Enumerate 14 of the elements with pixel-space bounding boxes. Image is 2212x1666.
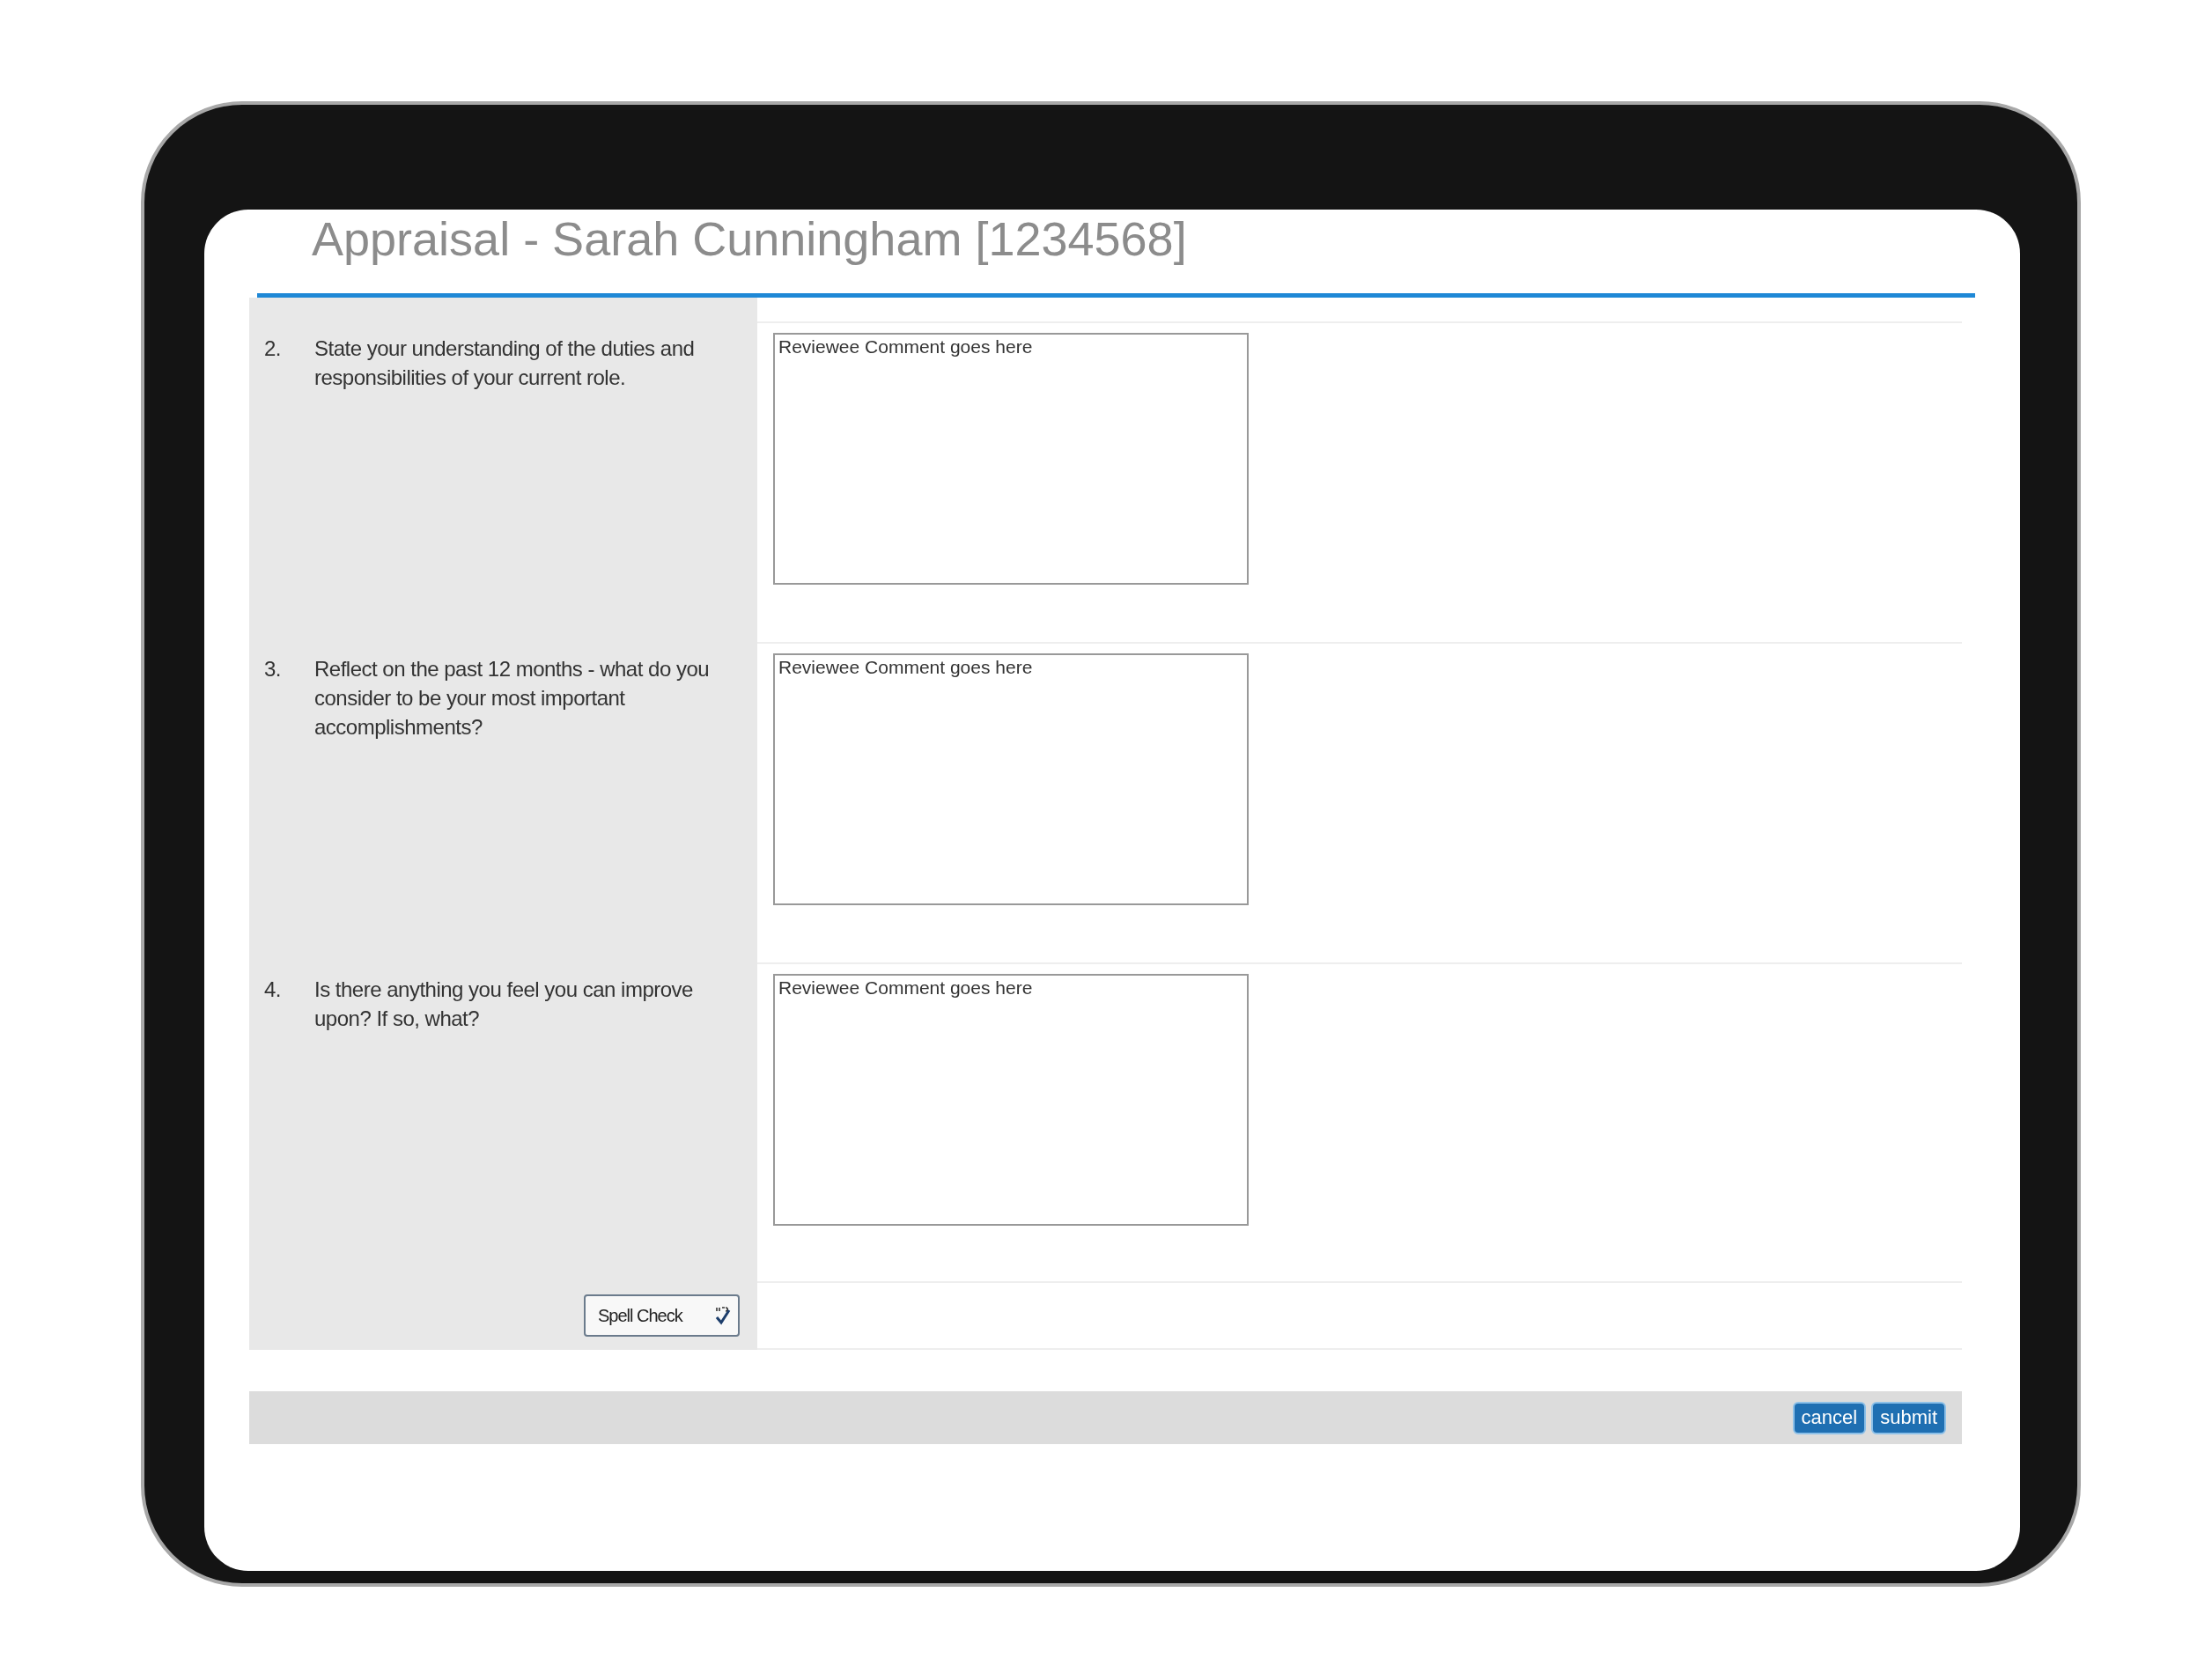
action-button[interactable]: cancel	[1792, 1401, 1867, 1434]
question-number: 3.	[263, 656, 282, 682]
question-number: 2.	[263, 335, 282, 362]
action-button[interactable]: submit	[1871, 1401, 1946, 1434]
question-text: Reflect on the past 12 months - what do you consider to be your most important accomplishments?	[314, 656, 711, 741]
question-text: State your understanding of the duties and responsibilities of your current role.	[314, 335, 696, 391]
comment-field[interactable]: Reviewee Comment goes here	[773, 333, 1249, 585]
question-number: 4.	[263, 977, 282, 1003]
question-text: Is there anything you feel you can improve upon? If so, what?	[314, 977, 694, 1032]
spellcheck-icon	[715, 1306, 731, 1325]
comment-field[interactable]: Reviewee Comment goes here	[773, 653, 1249, 905]
spell-check-button[interactable]: Spell Check	[584, 1294, 740, 1337]
page-title: Appraisal - Sarah Cunningham [1234568]	[312, 211, 1187, 267]
comment-field[interactable]: Reviewee Comment goes here	[773, 974, 1249, 1226]
